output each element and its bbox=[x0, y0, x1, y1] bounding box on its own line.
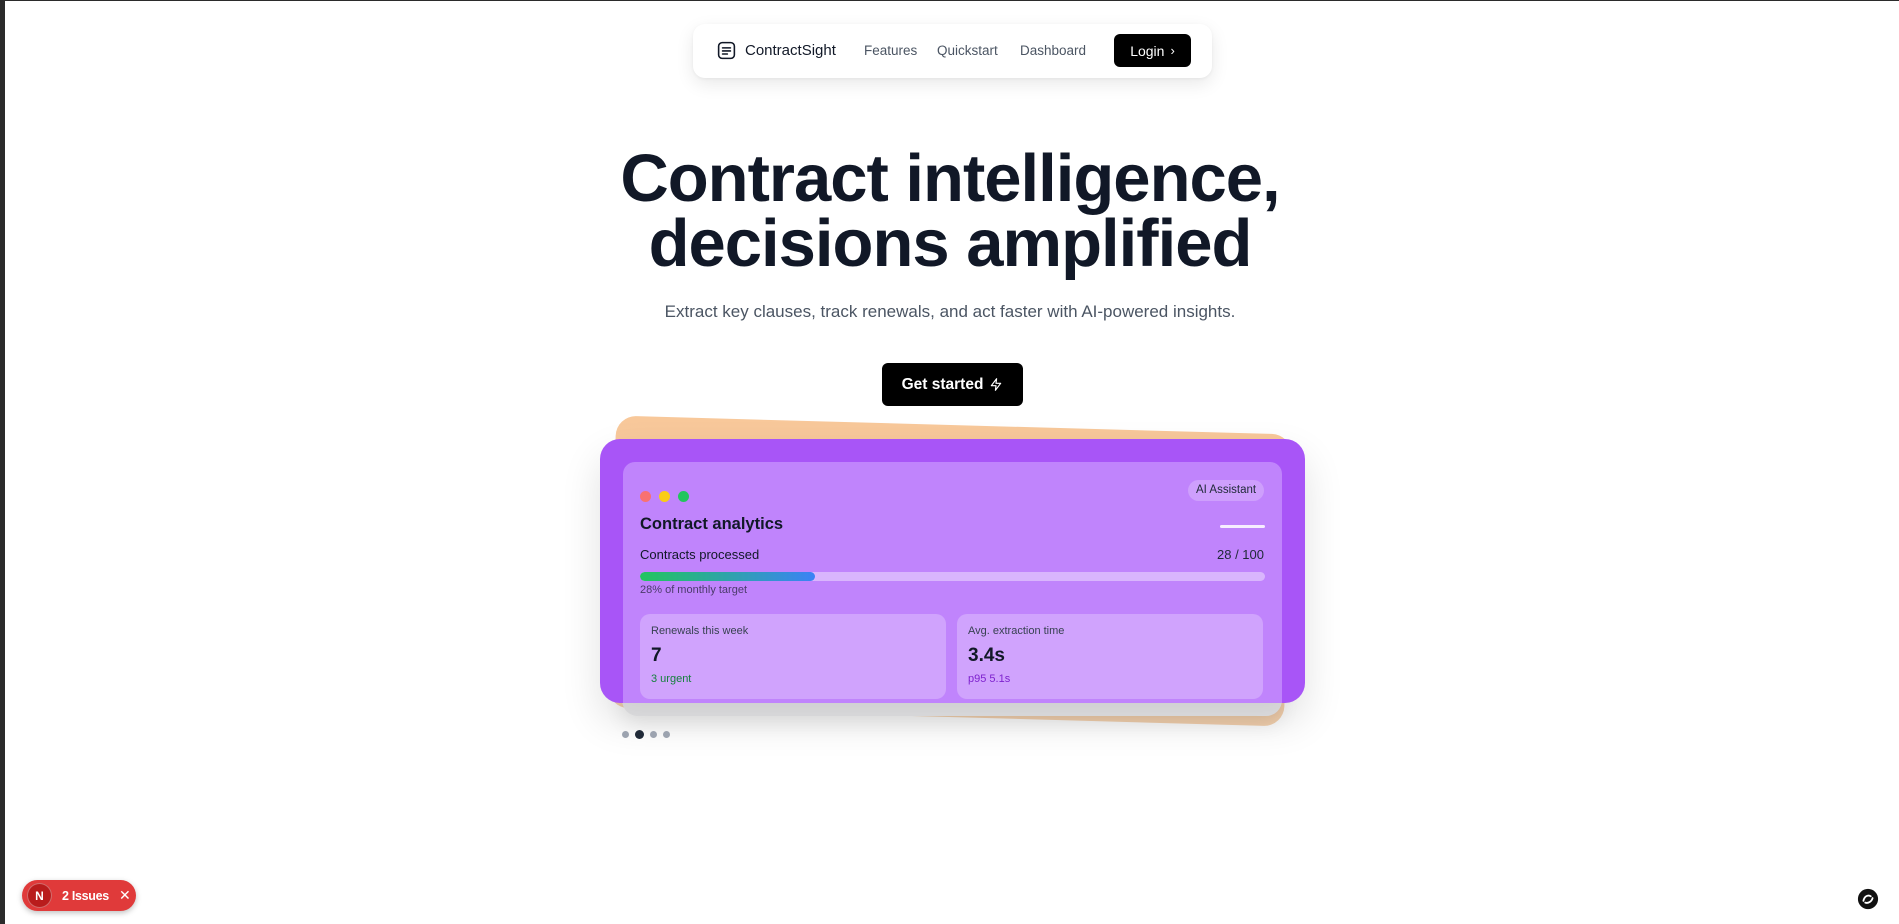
pager-dot[interactable] bbox=[622, 731, 629, 738]
analytics-card: AI Assistant Contract analytics Contract… bbox=[600, 439, 1305, 703]
window-left-edge bbox=[0, 0, 5, 924]
pager-dot[interactable] bbox=[635, 730, 644, 739]
stat-label: Renewals this week bbox=[651, 625, 749, 637]
analytics-panel: AI Assistant Contract analytics Contract… bbox=[623, 462, 1282, 703]
stat-note: 3 urgent bbox=[651, 673, 692, 685]
progress-caption: 28% of monthly target bbox=[640, 584, 748, 596]
title-divider bbox=[1220, 525, 1265, 528]
dev-tools-icon[interactable] bbox=[1857, 888, 1879, 910]
close-icon[interactable]: ✕ bbox=[119, 887, 131, 904]
window-dot-green bbox=[678, 491, 689, 502]
brand-name: ContractSight bbox=[745, 42, 836, 59]
carousel-pager bbox=[622, 730, 676, 739]
get-started-label: Get started bbox=[901, 375, 984, 393]
window-dot-red bbox=[640, 491, 651, 502]
stat-label: Avg. extraction time bbox=[968, 625, 1065, 637]
nav-link-dashboard[interactable]: Dashboard bbox=[1020, 43, 1086, 58]
stat-value: 3.4s bbox=[968, 645, 1005, 666]
metric-count: 28 / 100 bbox=[1217, 547, 1264, 562]
issues-label: 2 Issues bbox=[62, 888, 109, 903]
stat-note: p95 5.1s bbox=[968, 673, 1011, 685]
login-button[interactable]: Login › bbox=[1114, 34, 1191, 67]
stat-value: 7 bbox=[651, 645, 662, 666]
ai-assistant-badge[interactable]: AI Assistant bbox=[1188, 480, 1265, 501]
nav-link-features[interactable]: Features bbox=[864, 43, 917, 58]
window-dot-yellow bbox=[659, 491, 670, 502]
stat-card-extraction-time: Avg. extraction time 3.4s p95 5.1s bbox=[957, 614, 1263, 699]
stat-card-renewals: Renewals this week 7 3 urgent bbox=[640, 614, 946, 699]
hero-title: Contract intelligence, decisions amplifi… bbox=[450, 145, 1450, 277]
nav-link-quickstart[interactable]: Quickstart bbox=[937, 43, 998, 58]
page: ContractSight Features Quickstart Dashbo… bbox=[0, 0, 1899, 924]
navbar: ContractSight Features Quickstart Dashbo… bbox=[693, 24, 1212, 78]
get-started-button[interactable]: Get started bbox=[882, 363, 1023, 406]
hero-title-line-1: Contract intelligence, bbox=[620, 141, 1280, 216]
progress-fill bbox=[640, 572, 815, 581]
issues-indicator[interactable]: N 2 Issues ✕ bbox=[22, 880, 136, 911]
window-top-edge bbox=[0, 0, 1899, 1]
progress-bar bbox=[640, 572, 1265, 581]
brand[interactable]: ContractSight bbox=[716, 40, 836, 61]
metric-label: Contracts processed bbox=[640, 547, 760, 562]
pager-dot[interactable] bbox=[650, 731, 657, 738]
pager-dot[interactable] bbox=[663, 731, 670, 738]
card-title: Contract analytics bbox=[640, 515, 784, 533]
document-icon bbox=[717, 41, 736, 60]
hero-subtitle: Extract key clauses, track renewals, and… bbox=[664, 302, 1236, 321]
chevron-right-icon: › bbox=[1170, 43, 1175, 58]
nextjs-logo-icon: N bbox=[27, 883, 52, 908]
lightning-icon bbox=[991, 378, 1002, 391]
login-button-label: Login bbox=[1130, 42, 1165, 59]
hero-title-line-2: decisions amplified bbox=[648, 206, 1253, 281]
